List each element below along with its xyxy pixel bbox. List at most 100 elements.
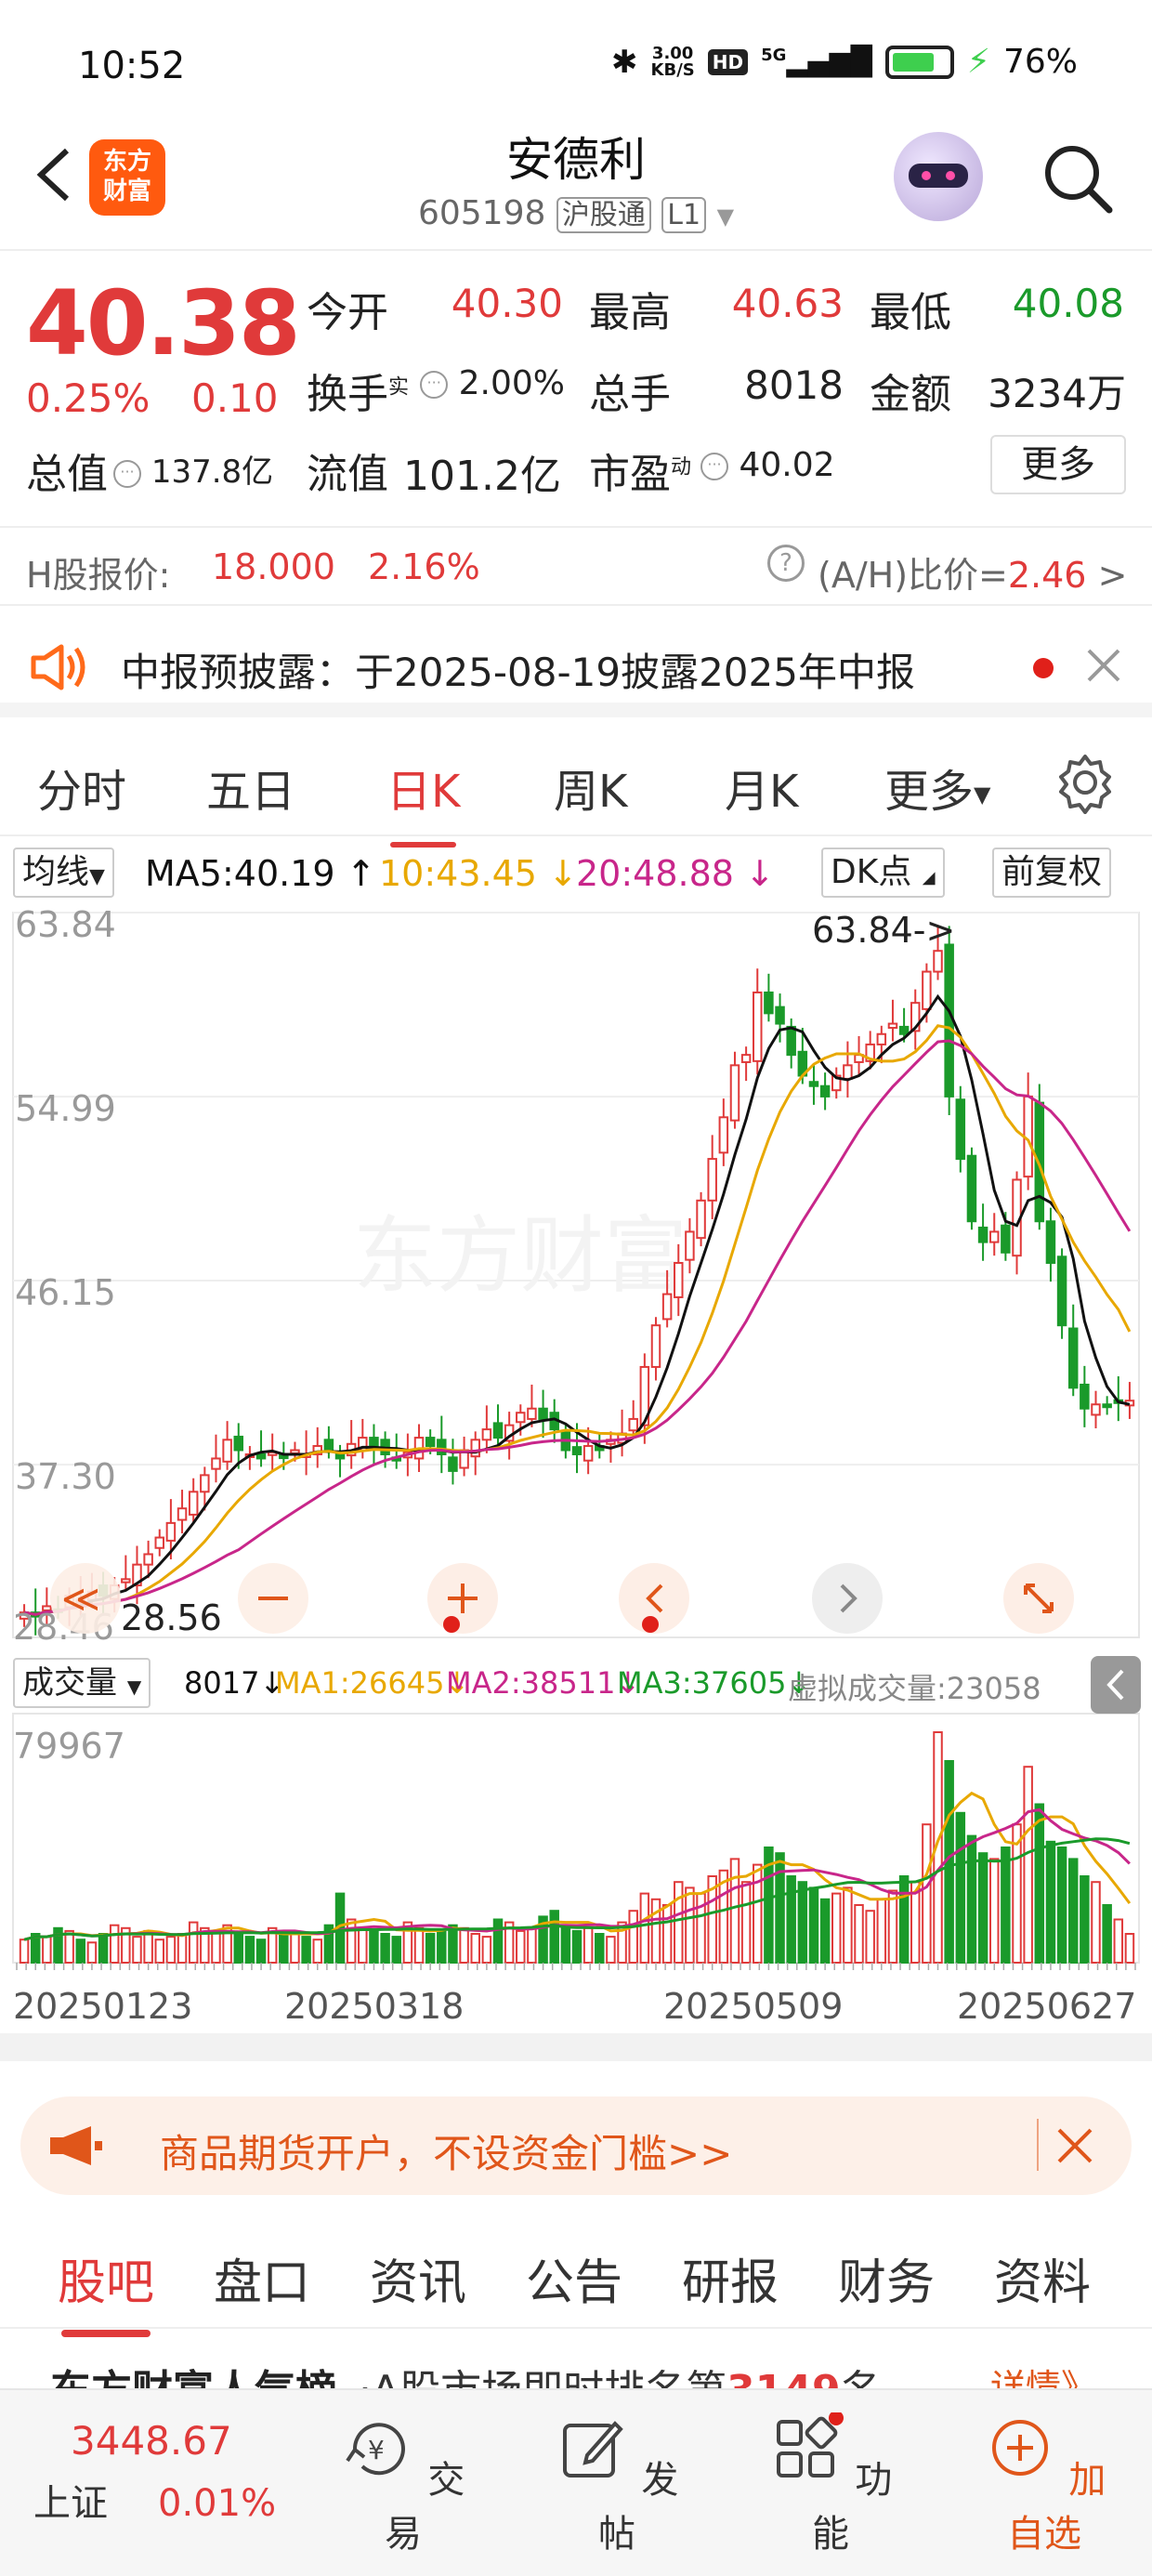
ranking-title: 东方财富人气榜: [50, 2357, 336, 2388]
close-icon[interactable]: [1055, 2126, 1094, 2165]
close-icon[interactable]: [1085, 647, 1122, 684]
more-button[interactable]: 更多: [990, 435, 1126, 494]
volume-bar: [1045, 1840, 1056, 1964]
y-tick-label: 46.15: [15, 1272, 116, 1313]
edit-icon: [562, 2421, 623, 2477]
volume-bar: [481, 1936, 492, 1964]
candle-body: [922, 970, 932, 1010]
nav-add-watchlist[interactable]: 加自选: [970, 2412, 1119, 2557]
search-icon[interactable]: [1039, 139, 1117, 217]
candle-body: [753, 991, 763, 1062]
volume-bar: [571, 1929, 583, 1965]
volume-bar: [854, 1904, 864, 1964]
tab-profile[interactable]: 资料: [994, 2243, 1091, 2313]
ma-selector[interactable]: 均线▼: [13, 848, 114, 898]
ma5-line: [23, 993, 1131, 1616]
tab-announcements[interactable]: 公告: [526, 2243, 622, 2313]
volume-bar: [955, 1811, 966, 1964]
low-marker: 28.56: [121, 1597, 222, 1638]
popularity-ranking[interactable]: 东方财富人气榜 ·A股市场即时排名第3149名 详情》: [0, 2331, 1152, 2388]
candle-body: [1080, 1383, 1090, 1410]
tab-five-day[interactable]: 五日: [206, 755, 295, 820]
charging-icon: ⚡: [966, 43, 990, 81]
prev-dot: [642, 1616, 659, 1633]
tab-news[interactable]: 资讯: [370, 2243, 466, 2313]
adjust-selector[interactable]: 前复权: [992, 848, 1112, 898]
volume-bar: [369, 1929, 379, 1965]
megaphone-icon: [50, 2126, 102, 2165]
volume-bar: [211, 1929, 221, 1965]
info-icon[interactable]: ···: [700, 453, 728, 480]
candle-body: [685, 1230, 695, 1261]
tab-finance[interactable]: 财务: [838, 2243, 935, 2313]
volume-bar: [516, 1929, 526, 1965]
candle-body: [887, 1022, 898, 1030]
candle-body: [707, 1158, 717, 1202]
unread-dot: [1033, 658, 1054, 678]
candle-body: [437, 1439, 447, 1455]
tab-daily-k[interactable]: 日K: [386, 755, 460, 848]
dk-selector[interactable]: DK点 ◢: [821, 848, 945, 898]
volume-bar: [549, 1910, 559, 1964]
volume-bar: [808, 1886, 819, 1965]
tab-more[interactable]: 更多▼: [884, 755, 990, 820]
candle-body: [740, 1054, 752, 1063]
volume-bar: [75, 1939, 86, 1964]
next-button[interactable]: [812, 1563, 883, 1634]
nav-functions[interactable]: 功能: [756, 2411, 905, 2557]
rewind-icon: ≪: [61, 1578, 100, 1621]
settings-icon[interactable]: [1054, 751, 1117, 814]
tab-research[interactable]: 研报: [682, 2243, 779, 2313]
candle-body: [1056, 1255, 1067, 1327]
tab-weekly-k[interactable]: 周K: [554, 755, 627, 820]
add-circle-icon: [991, 2420, 1048, 2476]
info-icon[interactable]: ···: [113, 459, 141, 488]
bluetooth-icon: ✱: [611, 43, 638, 81]
tab-monthly-k[interactable]: 月K: [725, 755, 798, 820]
nav-trade[interactable]: ¥ 交易: [329, 2412, 478, 2557]
tab-pankou[interactable]: 盘口: [214, 2243, 310, 2313]
candle-body: [481, 1428, 492, 1441]
zoom-in-dot: [443, 1616, 460, 1633]
dropdown-icon[interactable]: ▼: [717, 204, 734, 230]
virtual-volume: 虚拟成交量:23058: [788, 1671, 1041, 1706]
tab-intraday[interactable]: 分时: [37, 755, 126, 820]
hshare-row[interactable]: H股报价: 18.000 2.16% ? (A/H)比价=2.46 >: [0, 526, 1152, 606]
volume-bar: [819, 1898, 831, 1965]
volume-bar: [729, 1858, 740, 1965]
notice-bar[interactable]: 中报预披露：于2025-08-19披露2025年中报: [0, 617, 1152, 717]
candle-body: [786, 1025, 796, 1057]
ai-assistant-icon[interactable]: [894, 132, 983, 221]
high-value: 40.63: [731, 281, 844, 326]
volume-bar: [1034, 1803, 1045, 1964]
candle-body: [628, 1417, 638, 1432]
volume-legend-row: 成交量 ▼ 8017↓ MA1:26645↓ MA2:38511↓ MA3:37…: [0, 1656, 1152, 1712]
kline-chart[interactable]: 东方财富 63.8454.9946.1537.30 63.84-> 28.46 …: [0, 903, 1152, 2074]
ranking-detail-link[interactable]: 详情》: [990, 2359, 1096, 2388]
status-bar: 10:52 ✱ 3.00 KB/S HD 5G▂▄▆█ ⚡ 76%: [0, 0, 1152, 121]
pe-value: ··· 40.02: [700, 446, 849, 484]
candle-body: [729, 1064, 740, 1122]
candle-body: [898, 1025, 910, 1035]
ma20-value: 20:48.88 ↓: [576, 853, 775, 894]
index-value: 3448.67: [71, 2418, 232, 2464]
volume-bar: [177, 1933, 188, 1964]
volume-bar: [628, 1910, 638, 1964]
promo-banner[interactable]: 商品期货开户，不设资金门槛>>: [20, 2096, 1132, 2195]
nav-post[interactable]: 发帖: [543, 2412, 691, 2557]
tab-guba[interactable]: 股吧: [58, 2243, 154, 2337]
candle-body: [674, 1262, 684, 1298]
help-icon[interactable]: ?: [767, 545, 805, 582]
vol-ma3: MA3:37605↓: [617, 1665, 812, 1701]
index-quote[interactable]: 3448.67 上证 0.01%: [33, 2418, 276, 2527]
info-icon[interactable]: ···: [420, 371, 449, 399]
candle-body: [1001, 1224, 1011, 1254]
network-speed: 3.00 KB/S: [650, 43, 695, 80]
indicator-selector[interactable]: 成交量 ▼: [13, 1658, 151, 1708]
candle-body: [255, 1452, 267, 1460]
volume-bar: [255, 1939, 267, 1964]
float-label: 流值: [307, 451, 388, 498]
volume-bar: [898, 1875, 910, 1964]
volume-bar: [448, 1924, 458, 1964]
chart-tabs: 分时 五日 日K 周K 月K 更多▼: [0, 730, 1152, 848]
